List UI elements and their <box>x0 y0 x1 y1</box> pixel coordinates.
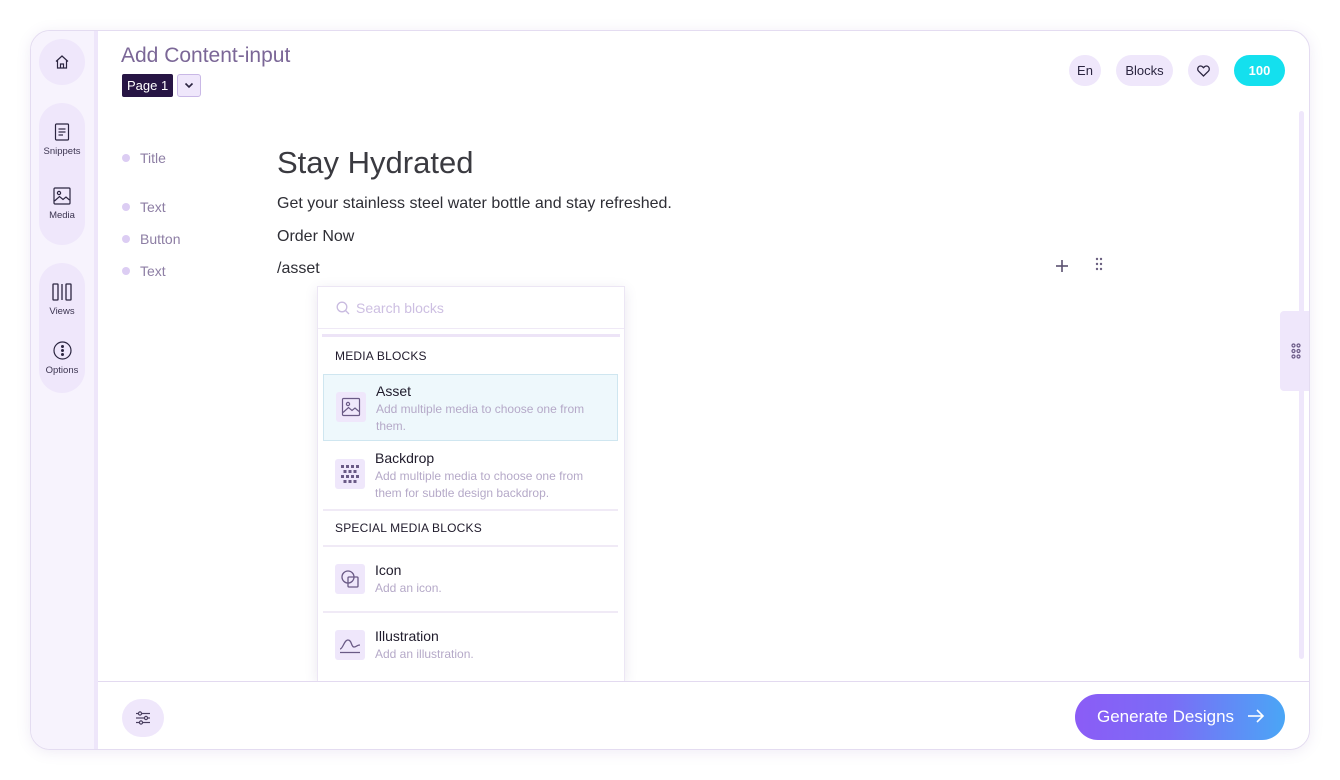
settings-button[interactable] <box>122 699 164 737</box>
section-title-special-media-blocks: SPECIAL MEDIA BLOCKS <box>335 521 482 535</box>
content-text-2-input[interactable]: /asset <box>277 260 320 278</box>
home-button[interactable] <box>39 39 85 85</box>
icon-block-icon-box <box>335 564 365 594</box>
drag-handle[interactable] <box>1095 257 1103 276</box>
image-icon <box>341 397 361 417</box>
heart-icon <box>1197 64 1210 77</box>
row-dot <box>122 267 130 275</box>
asset-icon-box <box>336 392 366 422</box>
generate-designs-label: Generate Designs <box>1097 707 1235 726</box>
row-label-text: Text <box>140 199 166 215</box>
menu-item-backdrop[interactable]: Backdrop Add multiple media to choose on… <box>323 442 618 509</box>
generate-designs-button[interactable]: Generate Designs <box>1075 694 1285 740</box>
menu-item-desc: Add an illustration. <box>375 647 474 661</box>
document-icon <box>54 123 70 141</box>
favorite-button[interactable] <box>1188 55 1219 86</box>
footer-bar: Generate Designs <box>98 681 1309 749</box>
row-dot <box>122 203 130 211</box>
menu-item-asset[interactable]: Asset Add multiple media to choose one f… <box>323 374 618 441</box>
sidebar-group-view: Views Options <box>39 263 85 393</box>
search-icon <box>336 301 350 314</box>
language-button[interactable]: En <box>1069 55 1101 86</box>
menu-item-title: Icon <box>375 562 402 578</box>
grid-pattern-icon <box>341 465 359 483</box>
more-vertical-icon <box>52 341 72 360</box>
row-label-text-1: Text <box>122 199 166 215</box>
row-label-button: Button <box>122 231 180 247</box>
block-search <box>318 287 624 329</box>
plus-icon <box>1056 260 1068 272</box>
content-button-text[interactable]: Order Now <box>277 228 354 246</box>
home-icon <box>55 55 69 69</box>
row-dot <box>122 235 130 243</box>
sidebar-group-content: Snippets Media <box>39 103 85 245</box>
sidebar-item-label: Views <box>49 306 75 317</box>
wave-icon <box>339 639 361 654</box>
menu-item-title: Asset <box>376 383 412 399</box>
menu-item-desc: Add multiple media to choose one from th… <box>375 469 584 500</box>
sidebar-item-views[interactable]: Views <box>39 283 85 317</box>
page-dropdown-button[interactable] <box>177 74 201 97</box>
menu-item-desc: Add an icon. <box>375 581 442 595</box>
page-title: Add Content-input <box>121 44 291 67</box>
row-label-text: Title <box>140 150 166 166</box>
image-icon <box>53 187 71 205</box>
backdrop-icon-box <box>335 459 365 489</box>
menu-separator <box>323 545 618 547</box>
chevron-down-icon <box>184 82 194 89</box>
sidebar-item-label: Media <box>49 210 75 221</box>
credits-badge[interactable]: 100 <box>1234 55 1285 86</box>
search-blocks-input[interactable] <box>356 299 596 316</box>
sliders-icon <box>136 711 150 725</box>
sidebar-edge <box>94 31 98 749</box>
app-window: Snippets Media Views Options Add Content… <box>30 30 1310 750</box>
drag-dots-icon <box>1095 257 1103 271</box>
row-label-text: Button <box>140 231 181 247</box>
menu-divider <box>322 334 620 337</box>
sidebar-item-label: Snippets <box>43 146 81 157</box>
block-picker-menu: MEDIA BLOCKS Asset Add multiple media to… <box>317 286 625 681</box>
menu-item-illustration[interactable]: Illustration Add an illustration. <box>323 615 618 677</box>
page-badge[interactable]: Page 1 <box>122 74 174 97</box>
sidebar-item-snippets[interactable]: Snippets <box>39 123 85 157</box>
right-panel-handle[interactable] <box>1280 311 1309 391</box>
illustration-icon-box <box>335 630 365 660</box>
menu-item-icon[interactable]: Icon Add an icon. <box>323 549 618 611</box>
menu-item-title: Backdrop <box>375 450 435 466</box>
arrow-right-icon <box>1248 709 1265 723</box>
row-label-title: Title <box>122 150 166 166</box>
row-label-text: Text <box>140 263 166 279</box>
sidebar-item-options[interactable]: Options <box>39 341 85 376</box>
shapes-icon <box>341 570 359 588</box>
menu-separator <box>323 509 618 511</box>
add-block-button[interactable] <box>1055 253 1069 279</box>
sidebar-item-label: Options <box>45 365 79 376</box>
content-text-1[interactable]: Get your stainless steel water bottle an… <box>277 195 672 213</box>
drag-dots-icon <box>1290 343 1301 359</box>
menu-separator <box>323 611 618 613</box>
content-title[interactable]: Stay Hydrated <box>277 145 473 181</box>
row-dot <box>122 154 130 162</box>
menu-item-title: Illustration <box>375 628 439 644</box>
columns-icon <box>52 283 72 301</box>
sidebar-item-media[interactable]: Media <box>39 187 85 221</box>
menu-item-desc: Add multiple media to choose one from th… <box>376 402 585 433</box>
blocks-button[interactable]: Blocks <box>1116 55 1173 86</box>
section-title-media-blocks: MEDIA BLOCKS <box>335 349 427 363</box>
row-label-text-2: Text <box>122 263 166 279</box>
